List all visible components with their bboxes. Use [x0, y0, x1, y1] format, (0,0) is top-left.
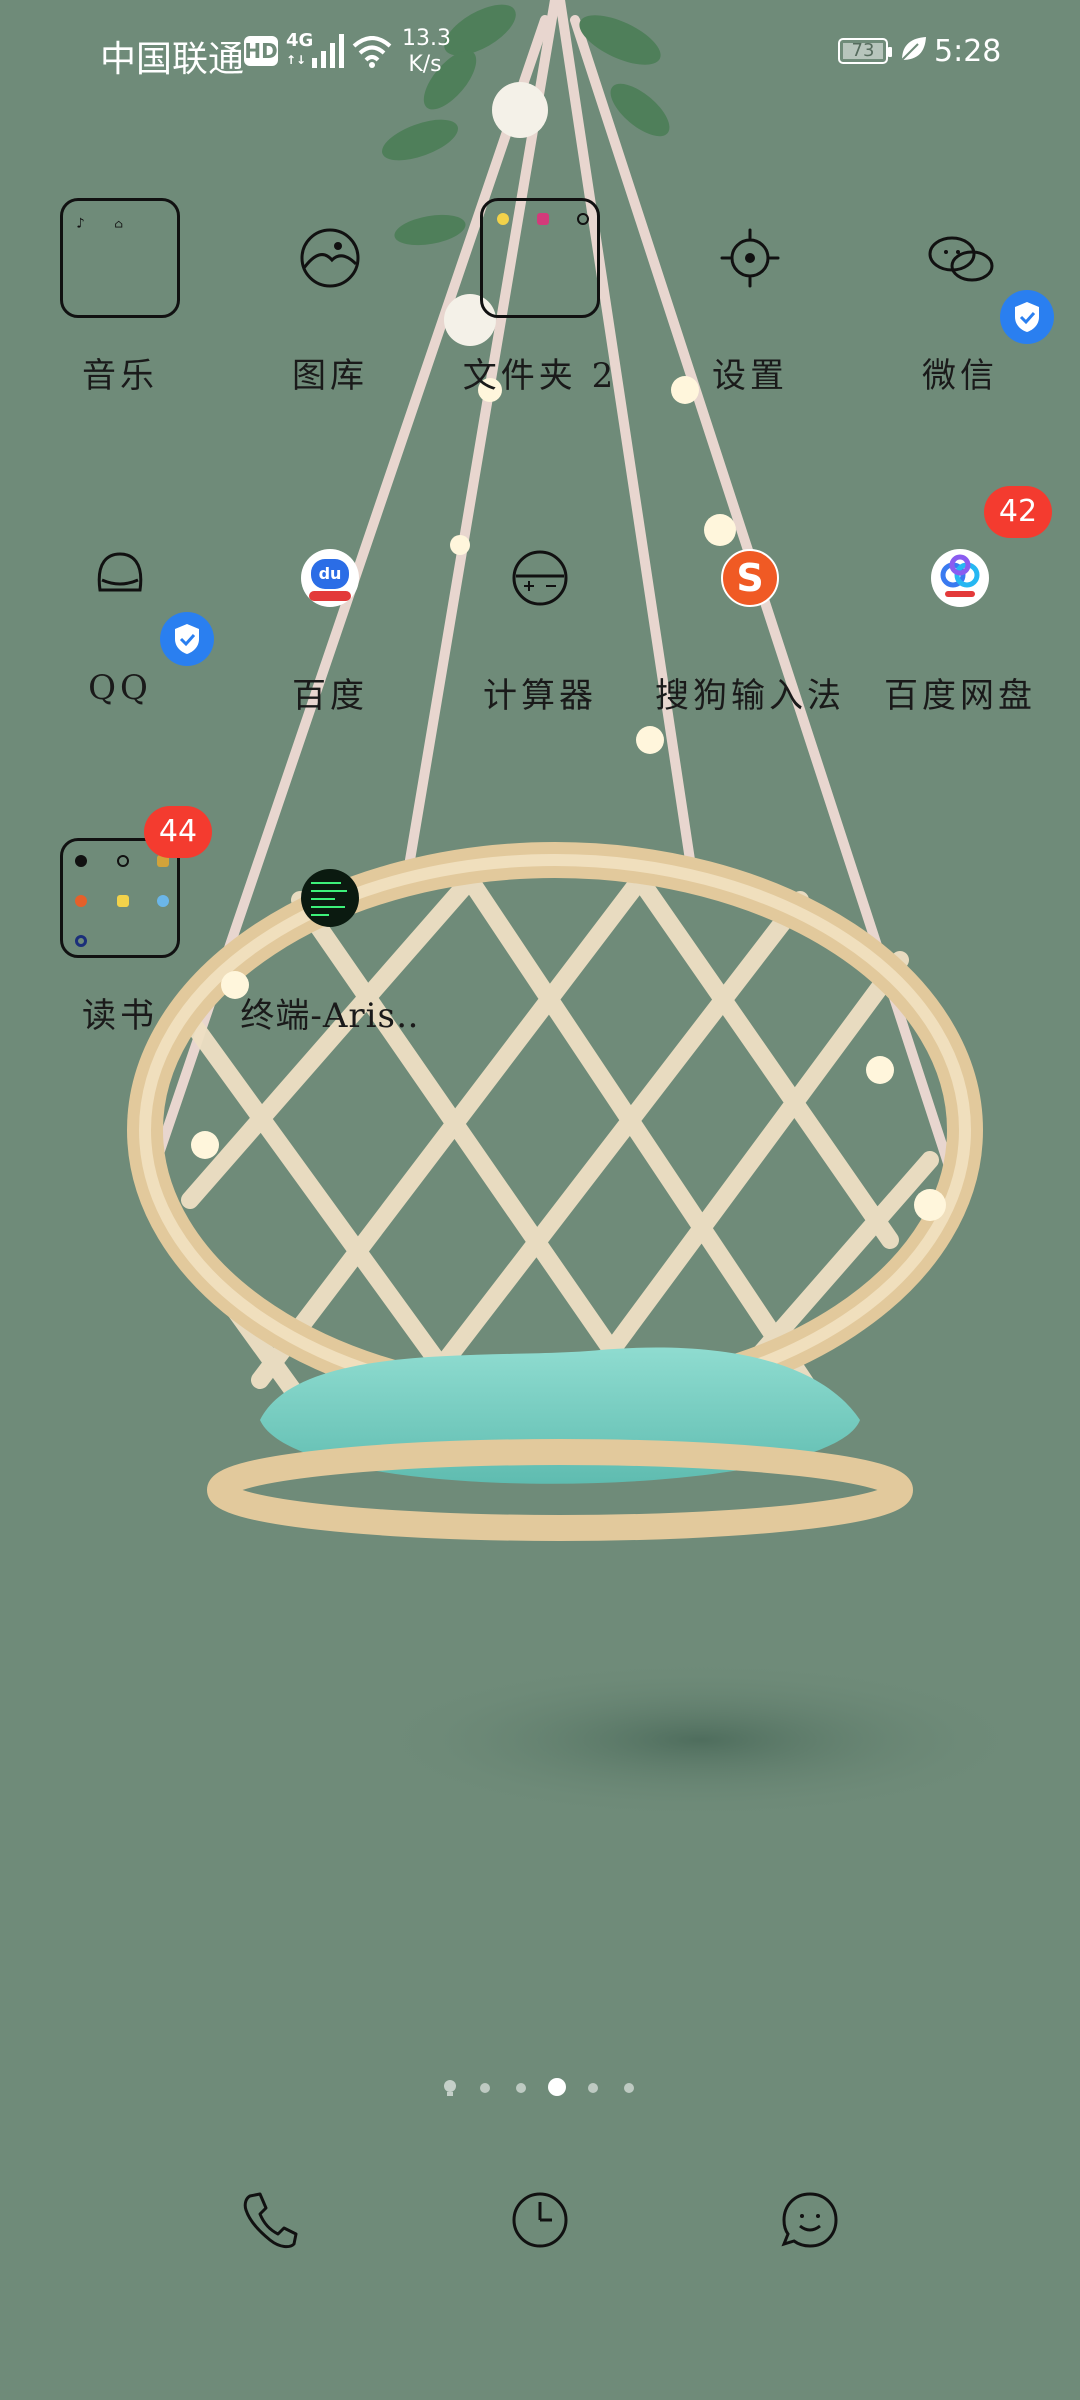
dock-phone-button[interactable]: [230, 2180, 310, 2260]
folder-mini-app-icon: [75, 855, 87, 867]
network-speed: 13.3 K/s: [402, 26, 451, 78]
sogou-logo: S: [721, 549, 779, 607]
music-icon: ♪ ⌂: [60, 198, 180, 318]
network-activity: ↑↓: [286, 53, 307, 67]
status-time: 5:28: [934, 34, 1002, 69]
app-label: 微信: [922, 356, 998, 396]
folder-mini-app-icon: [577, 213, 589, 225]
app-music[interactable]: ♪ ⌂ 音乐: [20, 198, 220, 397]
security-shield-badge-icon: [160, 612, 214, 666]
svg-text:⌂: ⌂: [114, 217, 123, 231]
app-label: 设置: [712, 356, 788, 396]
battery-level: 73: [851, 40, 875, 61]
terminal-icon: [270, 838, 390, 958]
page-dot[interactable]: [516, 2083, 526, 2093]
folder-mini-app-icon: [157, 895, 169, 907]
baidu-ribbon: [309, 591, 351, 601]
messages-icon: [781, 2192, 838, 2248]
baidu-paw: du: [311, 559, 349, 589]
app-label: 终端-Aris‥: [240, 996, 420, 1036]
netdisk-logo: [931, 549, 989, 607]
app-gallery[interactable]: 图库: [230, 198, 430, 397]
power-saving-leaf-icon: [901, 37, 926, 61]
signal-icon: [312, 34, 344, 68]
app-sogou-input[interactable]: S 搜狗输入法: [650, 518, 850, 717]
security-shield-badge-icon: [1000, 290, 1054, 344]
app-wechat[interactable]: 微信: [860, 198, 1060, 397]
folder-mini-app-icon: [75, 895, 87, 907]
folder-mini-app-icon: [497, 213, 509, 225]
gallery-icon: [270, 198, 390, 318]
terminal-logo: [301, 869, 359, 927]
page-dot[interactable]: [624, 2083, 634, 2093]
app-label: 文件夹 2: [462, 356, 618, 396]
app-folder-2[interactable]: 文件夹 2: [440, 198, 640, 397]
app-reading-folder[interactable]: 44 读书: [20, 806, 220, 1037]
wifi-icon: [352, 36, 392, 68]
phone-icon: [243, 2192, 298, 2249]
app-label: 百度网盘: [884, 676, 1036, 716]
app-label: 计算器: [483, 676, 597, 716]
dock-messages-button[interactable]: [770, 2180, 850, 2260]
app-terminal[interactable]: 终端-Aris‥: [230, 838, 430, 1037]
app-baidu-netdisk[interactable]: 42 百度网盘: [860, 486, 1060, 717]
page-dot[interactable]: [588, 2083, 598, 2093]
app-baidu[interactable]: du 百度: [230, 518, 430, 717]
notification-badge: 44: [144, 806, 212, 858]
carrier-name: 中国联通: [100, 39, 245, 80]
app-label: 搜狗输入法: [655, 676, 845, 716]
network-type: 4G ↑↓: [286, 32, 313, 69]
app-label: 图库: [292, 356, 368, 396]
lightbulb-icon[interactable]: [440, 2078, 460, 2098]
svg-text:♪: ♪: [76, 217, 85, 232]
sogou-letter: S: [736, 556, 764, 600]
app-qq[interactable]: QQ: [20, 518, 220, 708]
notification-badge: 42: [984, 486, 1052, 538]
app-label: QQ: [88, 668, 152, 708]
status-bar: 中国联通 HD 4G ↑↓ 13.3 K/s 73 5:28: [0, 0, 1080, 100]
baidu-icon: du: [270, 518, 390, 638]
hd-voice-icon: HD: [244, 36, 278, 66]
app-settings[interactable]: 设置: [650, 198, 850, 397]
folder-mini-app-icon: [537, 213, 549, 225]
settings-gear-icon: [690, 198, 810, 318]
app-calculator[interactable]: 计算器: [440, 518, 640, 717]
folder-mini-app-icon: [117, 895, 129, 907]
folder-mini-app-icon: [75, 935, 87, 947]
baidu-logo: du: [301, 549, 359, 607]
speed-unit: K/s: [408, 52, 442, 77]
battery-icon: 73: [838, 38, 892, 64]
app-label: 音乐: [82, 356, 158, 396]
folder-mini-app-icon: [117, 855, 129, 867]
app-label: 百度: [292, 676, 368, 716]
dock-clock-button[interactable]: [500, 2180, 580, 2260]
page-dot-active[interactable]: [548, 2078, 566, 2096]
sogou-icon: S: [690, 518, 810, 638]
speed-value: 13.3: [402, 26, 451, 51]
page-dot[interactable]: [480, 2083, 490, 2093]
network-label: 4G: [286, 30, 314, 51]
page-indicator: [0, 2078, 1080, 2098]
calculator-icon: [480, 518, 600, 638]
folder-icon: [480, 198, 600, 318]
clock-icon: [512, 2192, 568, 2248]
app-label: 读书: [82, 996, 158, 1036]
